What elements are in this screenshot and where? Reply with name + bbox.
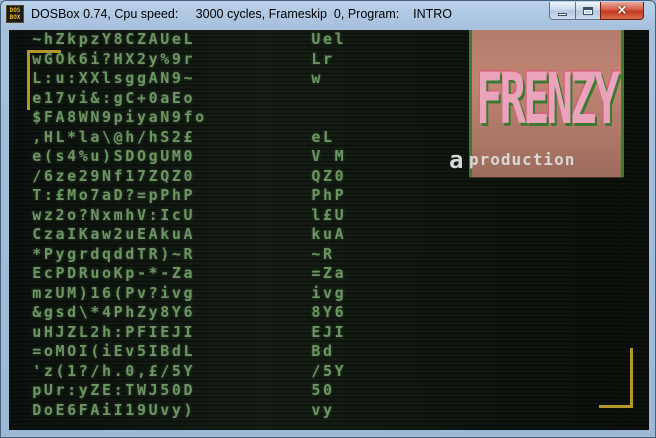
dos-screen[interactable]: ~hZkpzY8CZAUeL Uel wGOk6i?HX2y%9r Lr L:u… bbox=[9, 30, 649, 430]
close-button[interactable]: × bbox=[600, 2, 644, 20]
text-rain-line: CzaIKaw2uEAkuA kuA bbox=[9, 225, 347, 243]
text-rain-line: DoE6FAiI19Uvy) vy bbox=[9, 400, 335, 419]
maximize-icon bbox=[583, 6, 593, 15]
maximize-button[interactable] bbox=[575, 2, 601, 20]
logo-prefix: a bbox=[449, 146, 464, 174]
dosbox-app-icon[interactable]: DOS BOX bbox=[6, 5, 24, 23]
close-icon: × bbox=[616, 3, 628, 18]
minimize-icon bbox=[558, 12, 567, 16]
minimize-button[interactable] bbox=[549, 2, 576, 20]
text-rain-line: &gsd\*4PhZy8Y6 8Y6 bbox=[9, 303, 347, 321]
window-title: DOSBox 0.74, Cpu speed: 3000 cycles, Fra… bbox=[31, 7, 452, 21]
corner-bracket-top-left bbox=[27, 50, 61, 110]
text-rain-line: =oMOI(iEv5IBdL Bd bbox=[9, 342, 335, 360]
app-icon-line-1: DOS bbox=[9, 7, 21, 14]
text-rain-line: EcPDRuoKp-*-Za =Za bbox=[9, 264, 347, 282]
text-rain-line: 'z(1?/h.0,£/5Y /5Y bbox=[9, 361, 347, 380]
frenzy-logo: FRENZY a production bbox=[449, 30, 625, 178]
text-rain-line: wz2o?NxmhV:IcU l£U bbox=[9, 205, 347, 224]
corner-bracket-bottom-right bbox=[599, 348, 633, 408]
text-rain-line: *PygrdqddTR)~R ~R bbox=[9, 244, 335, 263]
text-rain-line: mzUM)16(Pv?ivg ivg bbox=[9, 283, 347, 302]
title-bar[interactable]: DOS BOX DOSBox 0.74, Cpu speed: 3000 cyc… bbox=[1, 1, 655, 28]
dosbox-window: DOS BOX DOSBox 0.74, Cpu speed: 3000 cyc… bbox=[0, 0, 656, 438]
app-icon-line-2: BOX bbox=[9, 14, 21, 21]
logo-suffix: production bbox=[469, 150, 576, 169]
text-rain-line: T:£Mo7aD?=pPhP PhP bbox=[9, 186, 347, 204]
text-rain-line: uHJZL2h:PFIEJI EJI bbox=[9, 322, 347, 341]
text-rain-line: pUr:yZE:TWJ50D 50 bbox=[9, 381, 335, 399]
